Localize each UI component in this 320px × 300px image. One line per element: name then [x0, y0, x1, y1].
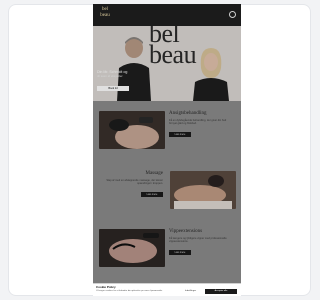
- service-title: Ansigtsbehandling: [169, 111, 207, 116]
- menu-icon[interactable]: [229, 11, 236, 18]
- book-button[interactable]: Book tid: [97, 86, 129, 91]
- service-description: Slap af med en afslappende massage, der …: [106, 179, 163, 186]
- cookie-title: Cookie Policy: [96, 285, 116, 289]
- cookie-text: Vi bruger cookies for at forbedre din op…: [96, 290, 163, 292]
- read-more-button[interactable]: Læs mere: [169, 250, 191, 255]
- service-description: Få en dybdegående behandling, der giver …: [169, 119, 227, 126]
- cookie-banner: Cookie Policy Vi bruger cookies for at f…: [93, 283, 241, 296]
- cookie-settings-link[interactable]: Indstillinger: [185, 290, 196, 293]
- services-section: Ansigtsbehandling Få en dybdegående beha…: [93, 101, 241, 296]
- logo[interactable]: bel beau: [97, 7, 113, 18]
- top-nav: bel beau: [93, 4, 241, 26]
- read-more-button[interactable]: Læs mere: [141, 192, 163, 197]
- facial-treatment-image: [99, 111, 165, 149]
- service-item: Vippeextensions Få længere og fyldigere …: [93, 229, 241, 273]
- hero-section: bel beau Din Mr. Schmidt og dit team af …: [93, 26, 241, 101]
- accept-cookies-button[interactable]: Accepter alle: [205, 289, 237, 294]
- website-preview: bel beau bel beau Din Mr. Schmidt og dit…: [93, 4, 241, 296]
- woman-portrait-image: [193, 48, 229, 101]
- hero-subtitle: dit team af eksperter: [97, 74, 123, 79]
- lash-treatment-image: [99, 229, 165, 267]
- service-title: Massage: [145, 171, 164, 176]
- service-item: Massage Slap af med en afslappende massa…: [93, 171, 241, 215]
- massage-image: [170, 171, 236, 209]
- service-title: Vippeextensions: [169, 229, 203, 234]
- service-description: Få længere og fyldigere vipper med profe…: [169, 237, 227, 244]
- read-more-button[interactable]: Læs mere: [169, 132, 191, 137]
- service-item: Ansigtsbehandling Få en dybdegående beha…: [93, 111, 241, 155]
- hero-text: Din Mr. Schmidt og dit team af eksperter: [97, 70, 149, 79]
